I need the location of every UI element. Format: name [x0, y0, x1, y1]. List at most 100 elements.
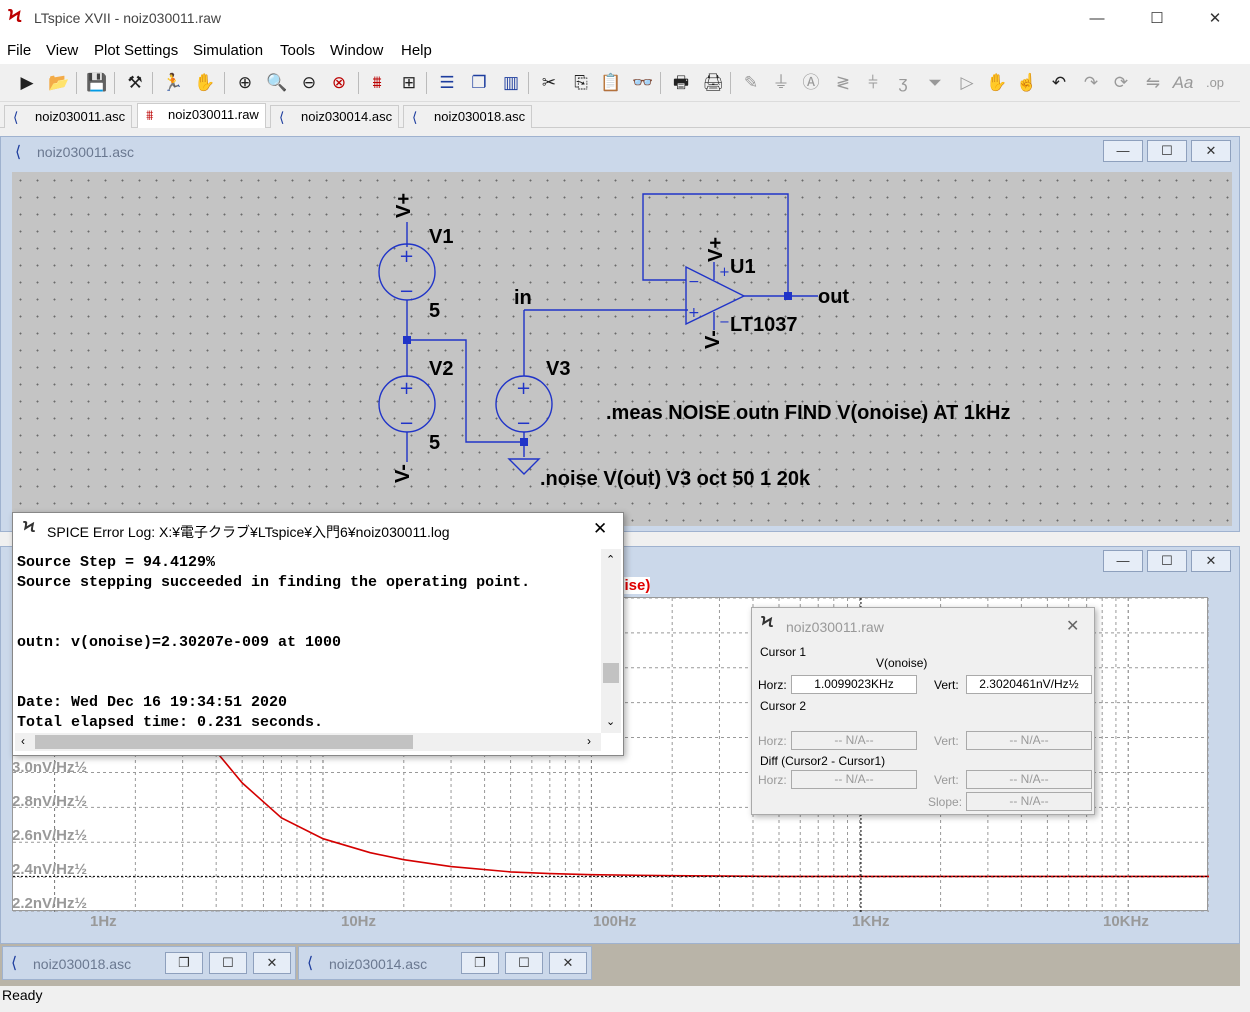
noise-directive[interactable]: .noise V(out) V3 oct 50 1 20k [540, 468, 810, 491]
scroll-right-icon[interactable]: › [587, 734, 591, 748]
copy-icon[interactable]: ⎘ [568, 70, 594, 96]
text-icon[interactable]: Aa [1170, 70, 1196, 96]
cursor-dialog: Ϟ noiz030011.raw ✕ Cursor 1 V(onoise) Ho… [751, 607, 1095, 815]
menu-help[interactable]: Help [401, 42, 432, 59]
close-button[interactable]: ✕ [1192, 4, 1238, 34]
halt-icon[interactable]: 🏃 [160, 70, 186, 96]
scroll-thumb[interactable] [35, 735, 413, 749]
save-icon[interactable]: 💾 [84, 70, 110, 96]
find-icon[interactable]: 👓 [630, 70, 656, 96]
status-bar: Ready [0, 986, 1250, 1012]
maximize-button[interactable]: ☐ [505, 952, 543, 974]
y-tick-label: 2.8nV/Hz½ [12, 793, 88, 810]
maximize-button[interactable]: ☐ [209, 952, 247, 974]
tile-horizontal-icon[interactable]: ☰ [434, 70, 460, 96]
scroll-down-icon[interactable]: ⌄ [606, 715, 615, 728]
document-tabs: ⟨ noiz030011.asc ⩩ noiz030011.raw ⟨ noiz030… [0, 103, 1250, 128]
maximize-button[interactable]: ☐ [1134, 4, 1180, 34]
minimized-window-noiz030014[interactable]: ⟨ noiz030014.asc ❐ ☐ ✕ [298, 946, 592, 980]
label-vminus-v2: V- [391, 464, 414, 483]
zoom-out-icon[interactable]: ⊖ [296, 70, 322, 96]
rotate-icon[interactable]: ⟳ [1108, 70, 1134, 96]
control-panel-icon[interactable]: ⚒ [122, 70, 148, 96]
resistor-icon[interactable]: ≷ [830, 70, 856, 96]
error-log-text[interactable]: Source Step = 94.4129% Source stepping s… [17, 553, 530, 733]
tile-vertical-icon[interactable]: ▥ [498, 70, 524, 96]
pan-icon[interactable]: ✋ [192, 70, 218, 96]
paste-icon[interactable]: 📋 [598, 70, 624, 96]
component-icon[interactable]: ▷ [954, 70, 980, 96]
meas-directive[interactable]: .meas NOISE outn FIND V(onoise) AT 1kHz [606, 402, 1011, 425]
menu-simulation[interactable]: Simulation [193, 42, 263, 59]
capacitor-icon[interactable]: ⫩ [860, 70, 886, 96]
schematic-minimize-button[interactable]: — [1103, 140, 1143, 162]
move-icon[interactable]: ✋ [984, 70, 1010, 96]
svg-text:+: + [719, 265, 730, 280]
close-button[interactable]: ✕ [549, 952, 587, 974]
close-button[interactable]: ✕ [253, 952, 291, 974]
zoom-in-icon[interactable]: ⊕ [232, 70, 258, 96]
tab-noiz030011-raw[interactable]: ⩩ noiz030011.raw [137, 103, 266, 128]
tab-noiz030014-asc[interactable]: ⟨ noiz030014.asc [270, 105, 400, 128]
diode-icon[interactable]: ⏷ [922, 70, 948, 96]
autorange-icon[interactable]: ⩩ [364, 70, 390, 96]
cursor-dialog-title: noiz030011.raw [786, 619, 884, 635]
wire-icon[interactable]: ✎ [738, 70, 764, 96]
open-icon[interactable]: 📂 [46, 70, 72, 96]
tab-noiz030011-asc[interactable]: ⟨ noiz030011.asc [4, 105, 133, 128]
cursor1-horz-field[interactable]: 1.0099023KHz [791, 675, 917, 694]
label-lt1037: LT1037 [730, 314, 798, 336]
scroll-up-icon[interactable]: ⌃ [606, 553, 615, 566]
cascade-icon[interactable]: ❐ [466, 70, 492, 96]
waveform-maximize-button[interactable]: ☐ [1147, 550, 1187, 572]
scroll-left-icon[interactable]: ‹ [21, 734, 25, 748]
schematic-icon: ⟨ [279, 109, 285, 125]
cursor1-vert-field[interactable]: 2.3020461nV/Hz½ [966, 675, 1092, 694]
mirror-icon[interactable]: ⇋ [1140, 70, 1166, 96]
tab-noiz030018-asc[interactable]: ⟨ noiz030018.asc [403, 105, 533, 128]
menu-plot-settings[interactable]: Plot Settings [94, 42, 178, 59]
zoom-cancel-icon[interactable]: ⊗ [326, 70, 352, 96]
grid-icon[interactable]: ⊞ [396, 70, 422, 96]
schematic-canvas[interactable]: + − + − + − − + + − V+ V1 5 V2 5 V- V3 i… [12, 172, 1232, 526]
drag-icon[interactable]: ☝ [1014, 70, 1040, 96]
minimized-window-noiz030018[interactable]: ⟨ noiz030018.asc ❐ ☐ ✕ [2, 946, 296, 980]
minimize-button[interactable]: — [1074, 4, 1120, 34]
x-tick-label: 1KHz [852, 913, 890, 930]
menu-tools[interactable]: Tools [280, 42, 315, 59]
ltspice-logo-icon: Ϟ [761, 614, 774, 631]
schematic-maximize-button[interactable]: ☐ [1147, 140, 1187, 162]
window-title: LTspice XVII - noiz030011.raw [34, 10, 222, 26]
cursor-dialog-close-button[interactable]: ✕ [1066, 616, 1079, 636]
cut-icon[interactable]: ✂ [536, 70, 562, 96]
vertical-scrollbar[interactable]: ⌃ ⌄ [601, 549, 621, 733]
spice-directive-icon[interactable]: .op [1202, 70, 1228, 96]
schematic-icon: ⟨ [13, 109, 19, 125]
ltspice-logo-icon: Ϟ [8, 6, 22, 26]
run-icon[interactable]: ▶ [14, 70, 40, 96]
toolbar: ▶ 📂 💾 ⚒ 🏃 ✋ ⊕ 🔍 ⊖ ⊗ ⩩ ⊞ ☰ ❐ ▥ ✂ ⎘ 📋 👓 🖶 … [0, 64, 1240, 102]
ground-icon[interactable]: ⏚ [768, 70, 794, 96]
menu-file[interactable]: File [7, 42, 31, 59]
x-tick-label: 10Hz [341, 913, 377, 930]
restore-button[interactable]: ❐ [461, 952, 499, 974]
inductor-icon[interactable]: ʒ [890, 70, 916, 96]
redo-icon[interactable]: ↷ [1078, 70, 1104, 96]
scroll-thumb[interactable] [603, 663, 619, 683]
horizontal-scrollbar[interactable]: ‹ › [15, 733, 601, 751]
restore-button[interactable]: ❐ [165, 952, 203, 974]
label-icon[interactable]: Ⓐ [798, 70, 824, 96]
schematic-close-button[interactable]: ✕ [1191, 140, 1231, 162]
menu-window[interactable]: Window [330, 42, 383, 59]
cursor1-group-label: Cursor 1 [760, 645, 807, 659]
zoom-area-icon[interactable]: 🔍 [264, 70, 290, 96]
print-icon[interactable]: 🖶 [668, 70, 694, 96]
undo-icon[interactable]: ↶ [1046, 70, 1072, 96]
svg-text:−: − [688, 274, 700, 290]
waveform-close-button[interactable]: ✕ [1191, 550, 1231, 572]
error-log-close-button[interactable]: ✕ [593, 519, 607, 539]
menu-view[interactable]: View [46, 42, 78, 59]
print-preview-icon[interactable]: 🖨 [700, 70, 726, 96]
waveform-minimize-button[interactable]: — [1103, 550, 1143, 572]
label-vplus-v1: V+ [393, 192, 416, 219]
